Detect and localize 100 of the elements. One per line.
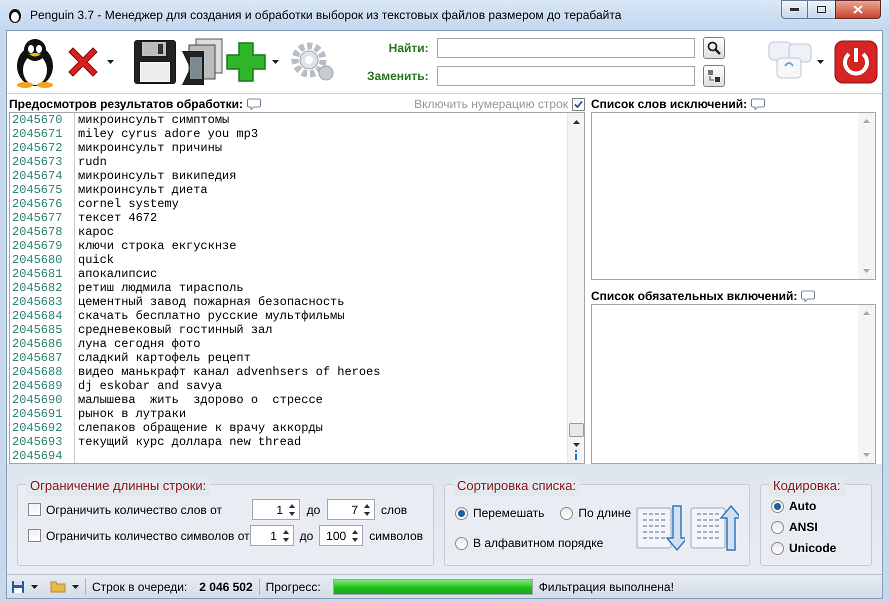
- limit-label: Ограничить количество символов от: [46, 528, 250, 544]
- line-number: 2045671: [10, 127, 75, 141]
- line-number: 2045674: [10, 169, 75, 183]
- text-line: микроинсульт диета: [77, 183, 208, 197]
- line-number: 2045687: [10, 351, 75, 365]
- caret-icon[interactable]: [107, 60, 114, 64]
- text-line: cornel systemy: [77, 197, 179, 211]
- text-line: цементный завод пожарная безопасность: [77, 295, 344, 309]
- checkbox[interactable]: [28, 503, 41, 516]
- text-line: miley cyrus adore you mp3: [77, 127, 258, 141]
- number-spinner[interactable]: 7: [327, 499, 375, 520]
- window-title: Penguin 3.7 - Менеджер для создания и обработки выборок из текстовых файлов размером до терабайта: [30, 7, 622, 24]
- radio-button[interactable]: [560, 506, 574, 520]
- scroll-down-icon[interactable]: [572, 443, 580, 447]
- unit-label: слов: [381, 502, 408, 518]
- radio-button[interactable]: [455, 506, 468, 520]
- number-spinner[interactable]: 1: [250, 525, 294, 546]
- numbering-label: Включить нумерацию строк: [414, 96, 568, 113]
- group-title: Сортировка списка:: [453, 476, 580, 496]
- text-line: слепаков обращение к врачу аккорды: [77, 421, 323, 435]
- replace-icon[interactable]: [706, 69, 721, 83]
- text-line: рынок в лутраки: [77, 407, 186, 421]
- text-line: скачать бесплатно русские мультфильмы: [77, 309, 344, 323]
- radio-button[interactable]: [771, 542, 784, 554]
- checkbox[interactable]: [572, 98, 585, 110]
- sort-up-icon[interactable]: [689, 504, 739, 552]
- text-line: микроинсульт википедия: [77, 169, 236, 183]
- search-button[interactable]: [702, 37, 725, 59]
- text-line: ключи строка екгускнзе: [77, 239, 236, 253]
- radio-label: ANSI: [789, 519, 818, 536]
- list-title: Список обязательных включений:: [591, 288, 798, 305]
- find-label: Найти:: [388, 40, 429, 57]
- queue-count: 2 046 502: [199, 578, 253, 596]
- caret-icon[interactable]: [272, 60, 279, 64]
- caret-icon[interactable]: [72, 584, 79, 588]
- caret-icon[interactable]: [31, 584, 38, 588]
- line-number: 2045694: [10, 449, 75, 463]
- power-icon[interactable]: [834, 40, 878, 84]
- save-icon[interactable]: [132, 38, 178, 86]
- line-number: 2045682: [10, 281, 75, 295]
- folder-icon[interactable]: [50, 580, 66, 593]
- line-number: 2045689: [10, 379, 75, 393]
- queue-label: Строк в очереди:: [92, 578, 188, 596]
- line-number: 2045685: [10, 323, 75, 337]
- radio-button[interactable]: [455, 536, 468, 550]
- line-number: 2045670: [10, 113, 75, 127]
- line-number: 2045672: [10, 141, 75, 155]
- to-label: до: [298, 528, 314, 544]
- preview-text-area[interactable]: [9, 112, 585, 464]
- line-number: 2045676: [10, 197, 75, 211]
- radio-label: Auto: [789, 498, 816, 515]
- unit-label: символов: [369, 528, 423, 544]
- progress-label: Прогресс:: [266, 578, 321, 596]
- line-number: 2045673: [10, 155, 75, 169]
- maximize-button[interactable]: [808, 0, 835, 19]
- list-title: Список слов исключений:: [591, 96, 748, 113]
- preview-title: Предосмотров результатов обработки:: [9, 96, 243, 113]
- radio-button[interactable]: [771, 520, 784, 534]
- text-line: видео манькрафт канал advenhsers of heroes: [77, 365, 380, 379]
- radio-label: По длине: [578, 505, 631, 522]
- sort-down-icon[interactable]: [635, 504, 685, 552]
- replace-field[interactable]: [436, 66, 695, 86]
- line-number: 2045678: [10, 225, 75, 239]
- help-icon[interactable]: [801, 290, 816, 302]
- line-number: 2045684: [10, 309, 75, 323]
- save-icon[interactable]: [11, 580, 25, 594]
- line-number: 2045681: [10, 267, 75, 281]
- close-icon[interactable]: [853, 5, 863, 14]
- find-field[interactable]: [436, 38, 695, 58]
- radio-button[interactable]: [771, 500, 784, 512]
- caret-icon[interactable]: [817, 60, 824, 64]
- radio-label: Unicode: [789, 540, 836, 557]
- info-icon[interactable]: [574, 450, 578, 460]
- status-message: Фильтрация выполнена!: [538, 578, 674, 596]
- text-line: dj eskobar and savya: [77, 379, 222, 393]
- minimize-button[interactable]: [781, 0, 808, 19]
- text-line: средневековый гостинный зал: [77, 323, 272, 337]
- help-icon[interactable]: [751, 98, 766, 110]
- scrollbar[interactable]: [567, 113, 584, 463]
- text-line: малышева жить здорово о стрессе: [77, 393, 323, 407]
- line-number: 2045675: [10, 183, 75, 197]
- checkbox[interactable]: [28, 529, 41, 542]
- add-icon[interactable]: [224, 40, 268, 84]
- replace-button[interactable]: [702, 65, 725, 87]
- number-spinner[interactable]: 100: [318, 525, 364, 546]
- to-label: до: [306, 502, 322, 518]
- text-line: сладкий картофель рецепт: [77, 351, 251, 365]
- scroll-up-icon[interactable]: [572, 120, 580, 124]
- radio-label: Перемешать: [473, 505, 544, 522]
- text-line: rudn: [77, 155, 107, 169]
- line-number: 2045683: [10, 295, 75, 309]
- text-line: апокалипсис: [77, 267, 158, 281]
- help-icon[interactable]: [246, 98, 261, 110]
- close-button[interactable]: [835, 0, 881, 19]
- scroll-thumb[interactable]: [568, 423, 584, 437]
- line-number: 2045690: [10, 393, 75, 407]
- text-line: текущий курс доллара new thread: [77, 435, 302, 449]
- number-spinner[interactable]: 1: [252, 499, 300, 520]
- line-number: 2045677: [10, 211, 75, 225]
- text-line: ретиш людмила тирасполь: [77, 281, 244, 295]
